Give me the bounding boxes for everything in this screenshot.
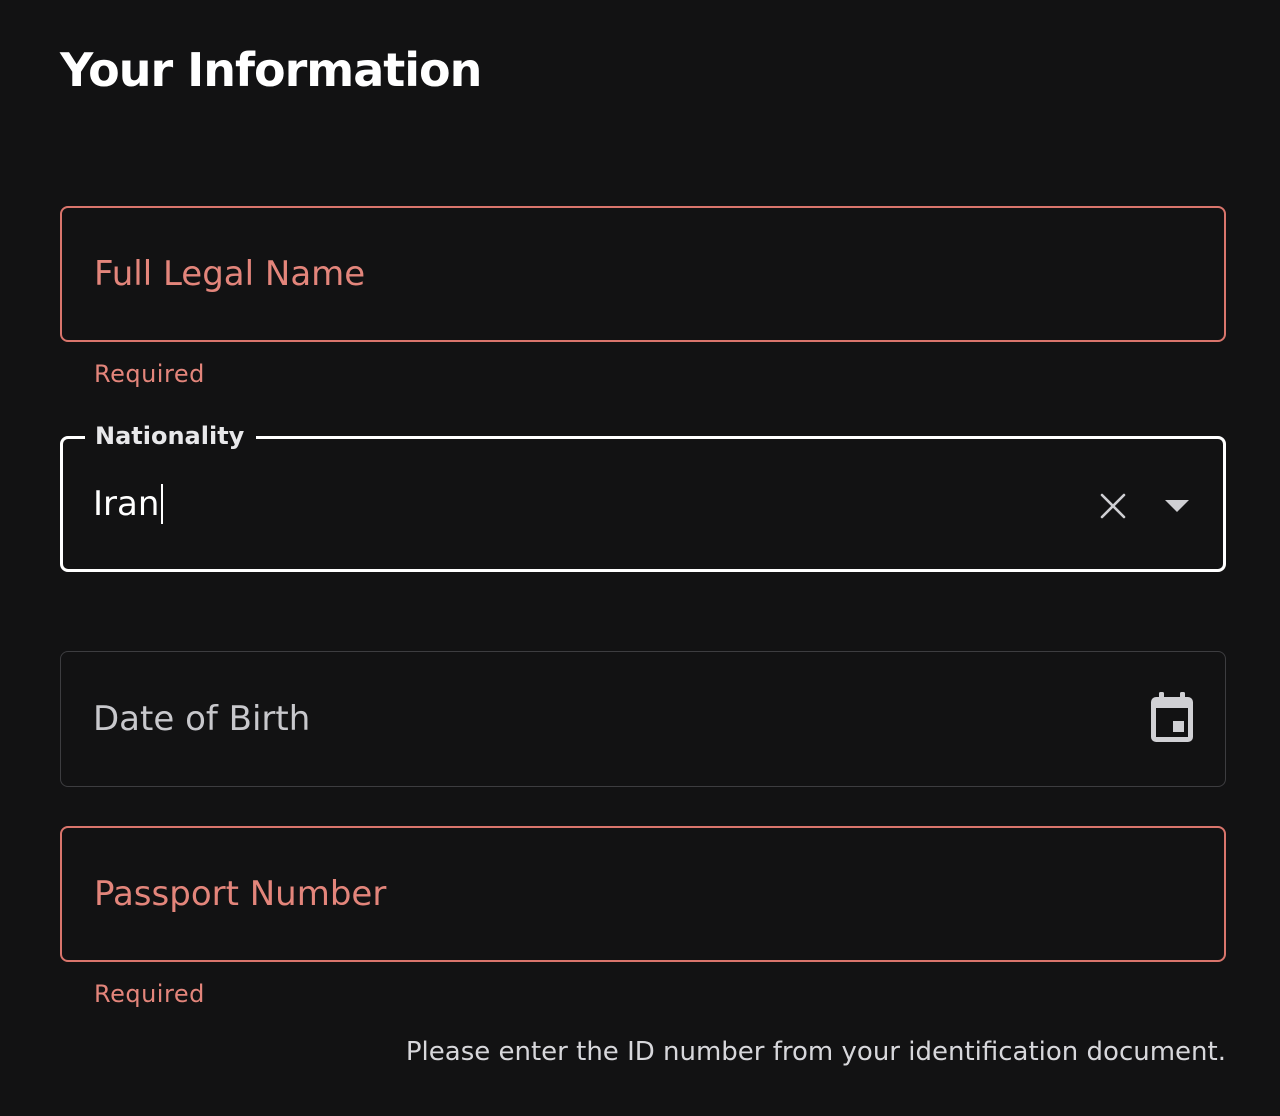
nationality-input[interactable]: Iran	[93, 439, 164, 569]
passport-number-error-text: Required	[94, 980, 205, 1008]
text-caret	[161, 484, 164, 524]
passport-number-input[interactable]	[94, 828, 1054, 960]
chevron-down-icon[interactable]	[1157, 486, 1197, 526]
nationality-value: Iran	[93, 484, 160, 524]
date-of-birth-field[interactable]	[60, 651, 1226, 787]
page-title: Your Information	[60, 43, 482, 97]
calendar-icon[interactable]	[1147, 690, 1197, 746]
passport-number-hint-text: Please enter the ID number from your ide…	[405, 1037, 1226, 1067]
close-icon[interactable]	[1093, 486, 1133, 526]
nationality-field[interactable]: Nationality Iran	[60, 420, 1226, 572]
full-name-input[interactable]	[94, 208, 1054, 340]
passport-number-field[interactable]	[60, 826, 1226, 962]
date-of-birth-input[interactable]	[93, 652, 1053, 786]
full-name-error-text: Required	[94, 360, 205, 388]
full-name-field[interactable]	[60, 206, 1226, 342]
